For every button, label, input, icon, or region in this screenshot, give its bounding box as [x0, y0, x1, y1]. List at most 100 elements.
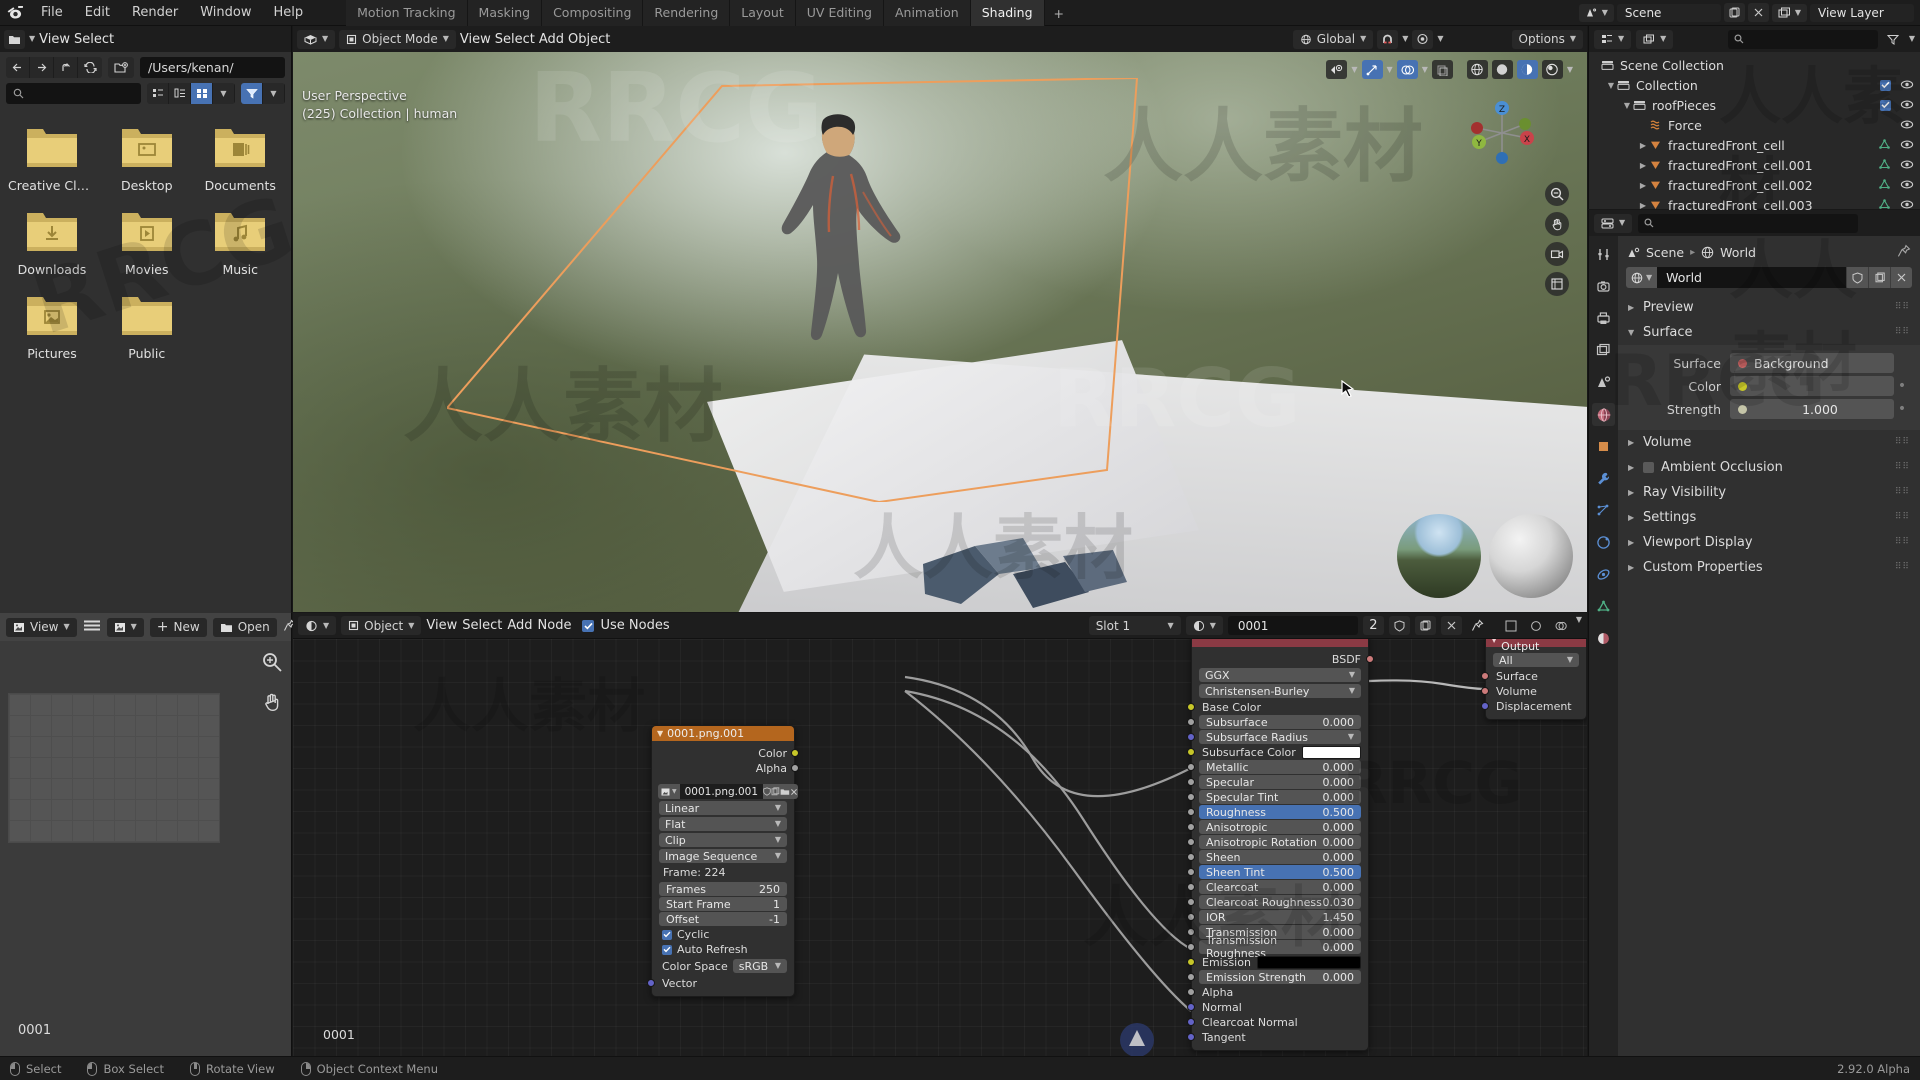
socket-vector-in[interactable]	[647, 979, 655, 987]
material-user-count[interactable]: 2	[1363, 616, 1384, 635]
zoom-tool-icon[interactable]	[1545, 182, 1569, 206]
menu-edit[interactable]: Edit	[74, 2, 121, 23]
pin-icon[interactable]	[1467, 616, 1488, 635]
bsdf-color-swatch[interactable]	[1302, 746, 1361, 759]
panel-surface[interactable]: ▼ Surface ⠿⠿	[1618, 320, 1920, 345]
add-workspace-button[interactable]: +	[1045, 1, 1073, 26]
socket-volume-in[interactable]	[1481, 687, 1489, 695]
socket-ior[interactable]	[1187, 913, 1195, 921]
new-image-button[interactable]: + New	[150, 618, 207, 637]
panel-preview[interactable]: ▶ Preview ⠿⠿	[1618, 295, 1920, 320]
image-color-space-dropdown[interactable]: sRGB▼	[733, 959, 787, 973]
socket-emission[interactable]	[1187, 958, 1195, 966]
material-output-target-dropdown[interactable]: All▼	[1493, 653, 1579, 667]
bsdf-row-alpha[interactable]: Alpha	[1199, 985, 1361, 999]
image-unlink-icon[interactable]	[790, 784, 798, 799]
outliner-row[interactable]: ▶fracturedFront_cell.001	[1589, 155, 1920, 175]
view-layer-name-field[interactable]: View Layer	[1810, 4, 1914, 22]
wrench-icon[interactable]	[1592, 467, 1615, 490]
visibility-eye-icon[interactable]	[1900, 78, 1914, 93]
thumbnail-icon[interactable]	[191, 83, 213, 104]
xray-icon[interactable]	[1432, 60, 1453, 79]
bsdf-row-clearcoat-roughness[interactable]: Clearcoat Roughness0.030	[1199, 895, 1361, 909]
file-browser-icon[interactable]	[4, 30, 25, 49]
material-icon[interactable]	[1592, 627, 1615, 650]
properties-search-input[interactable]	[1638, 214, 1858, 233]
node-material-output[interactable]: ▼ Material Output All▼ Surface Volume Di…	[1485, 639, 1587, 720]
bsdf-row-clearcoat-normal[interactable]: Clearcoat Normal	[1199, 1015, 1361, 1029]
filter-icon[interactable]	[241, 83, 263, 104]
file-item-creative-cloud[interactable]: Creative Clou...	[8, 125, 96, 193]
file-item-downloads[interactable]: Downloads	[8, 209, 96, 277]
outliner-checkbox[interactable]	[1880, 80, 1891, 91]
bsdf-row-subsurface-radius[interactable]: Subsurface Radius▼	[1199, 730, 1361, 744]
up-icon[interactable]	[54, 57, 78, 78]
outliner-row[interactable]: ▼Collection	[1589, 75, 1920, 95]
physics-icon[interactable]	[1592, 531, 1615, 554]
image-datablock-selector[interactable]: ▼	[107, 618, 144, 637]
bsdf-dropdown[interactable]: Subsurface Radius▼	[1199, 730, 1361, 744]
mesh-data-icon[interactable]	[1592, 595, 1615, 618]
bsdf-value-field[interactable]: Sheen Tint0.500	[1199, 865, 1361, 879]
workspace-tab-rendering[interactable]: Rendering	[643, 0, 730, 26]
bsdf-row-specular-tint[interactable]: Specular Tint0.000	[1199, 790, 1361, 804]
detail-icon[interactable]	[169, 83, 191, 104]
mesh-data-icon[interactable]	[1878, 178, 1891, 193]
surface-color-anim-dot[interactable]: •	[1894, 379, 1910, 393]
bsdf-value-field[interactable]: Anisotropic0.000	[1199, 820, 1361, 834]
ortho-tool-icon[interactable]	[1545, 272, 1569, 296]
visibility-eye-icon[interactable]	[1900, 178, 1914, 193]
bsdf-row-roughness[interactable]: Roughness0.500	[1199, 805, 1361, 819]
outliner-row[interactable]: ▶fracturedFront_cell	[1589, 135, 1920, 155]
socket-clearcoat-roughness[interactable]	[1187, 898, 1195, 906]
solid-icon[interactable]	[1492, 60, 1513, 79]
visibility-eye-icon[interactable]	[1900, 98, 1914, 113]
panel-custom-properties[interactable]: ▶ Custom Properties ⠿⠿	[1618, 555, 1920, 580]
viewport-options-button[interactable]: Options ▼	[1512, 30, 1583, 49]
image-copy-icon[interactable]	[771, 784, 780, 799]
image-offset-field[interactable]: Offset -1	[659, 912, 787, 926]
socket-bsdf-out[interactable]	[1366, 655, 1374, 663]
bsdf-value-field[interactable]: Transmission Roughness0.000	[1199, 940, 1361, 954]
socket-surface-in[interactable]	[1481, 672, 1489, 680]
file-path-field[interactable]: /Users/kenan/	[140, 57, 285, 78]
viewport-editor-type[interactable]: ▼	[297, 30, 335, 49]
menu-icon[interactable]	[83, 619, 101, 636]
render-icon[interactable]	[1592, 275, 1615, 298]
node-image-texture-header[interactable]: ▼ 0001.png.001	[652, 726, 794, 741]
socket-transmission-roughness[interactable]	[1187, 943, 1195, 951]
bsdf-value-field[interactable]: Sheen0.000	[1199, 850, 1361, 864]
file-browser-body[interactable]: Creative Clou... Desktop Documents Downl…	[0, 115, 291, 615]
open-image-button[interactable]: Open	[213, 618, 277, 637]
file-item-documents[interactable]: Documents	[198, 125, 284, 193]
particles-icon[interactable]	[1592, 499, 1615, 522]
socket-displacement-in[interactable]	[1481, 702, 1489, 710]
outliner-row[interactable]: ▼roofPieces	[1589, 95, 1920, 115]
node-canvas[interactable]: ▼ 0001.png.001 Color Alpha	[293, 639, 1587, 1056]
panel-viewport-display[interactable]: ▶ Viewport Display ⠿⠿	[1618, 530, 1920, 555]
bsdf-value-field[interactable]: IOR1.450	[1199, 910, 1361, 924]
tool-icon[interactable]	[1592, 243, 1615, 266]
shader-editor-type[interactable]: ▼	[298, 616, 336, 635]
file-menu-select[interactable]: Select	[74, 32, 114, 47]
outliner-row[interactable]: Scene Collection	[1589, 55, 1920, 75]
outliner-tree[interactable]: Scene Collection▼Collection▼roofPiecesFo…	[1589, 52, 1920, 215]
socket-sheen-tint[interactable]	[1187, 868, 1195, 876]
node-principled-bsdf-header[interactable]	[1192, 639, 1368, 647]
bsdf-row-emission[interactable]: Emission	[1199, 955, 1361, 969]
image-auto-refresh-toggle[interactable]: Auto Refresh	[662, 943, 784, 956]
socket-normal[interactable]	[1187, 1003, 1195, 1011]
socket-metallic[interactable]	[1187, 763, 1195, 771]
fake-user-icon[interactable]	[1846, 267, 1868, 288]
outliner-checkbox[interactable]	[1880, 100, 1891, 111]
outliner-row[interactable]: ▶fracturedFront_cell.002	[1589, 175, 1920, 195]
socket-color-out[interactable]	[791, 749, 799, 757]
outliner-expand-icon[interactable]: ▼	[1605, 81, 1617, 90]
bsdf-value-field[interactable]: Metallic0.000	[1199, 760, 1361, 774]
surface-color-field[interactable]	[1730, 376, 1894, 396]
world-icon[interactable]	[1592, 403, 1615, 426]
viewport-menu-view[interactable]: View	[460, 32, 491, 47]
wireframe-icon[interactable]	[1467, 60, 1488, 79]
camera-tool-icon[interactable]	[1545, 242, 1569, 266]
printer-icon[interactable]	[1592, 307, 1615, 330]
